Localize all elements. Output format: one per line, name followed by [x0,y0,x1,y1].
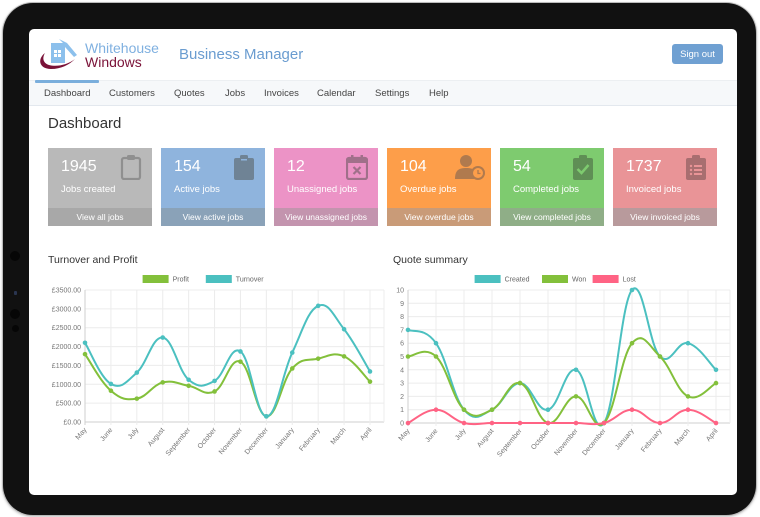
x-tick-label: February [640,427,664,453]
y-tick-label: 9 [400,301,404,308]
legend-swatch-lost [592,275,619,283]
data-point [405,420,411,426]
data-point [573,420,579,426]
x-tick-label: January [614,427,636,451]
data-point [433,340,439,346]
data-point [517,380,523,386]
data-point [433,407,439,413]
data-point [713,367,719,373]
quote-summary-chart: 0 1 2 3 4 5 6 7 8 9 10 May June July August September Oc… [396,275,731,459]
data-point [545,420,551,426]
data-point [461,420,467,426]
series-line-won [407,337,717,426]
y-tick-label: 2 [400,394,404,401]
legend-swatch-created [474,275,501,283]
x-tick-label: April [705,427,720,443]
series-won [405,337,719,426]
y-tick-label: 8 [400,314,404,321]
x-tick-label: May [398,427,412,442]
data-point [601,420,607,426]
data-point [685,407,691,413]
data-point [489,407,495,413]
data-point [713,380,719,386]
x-tick-label: June [424,428,439,444]
data-point [629,287,635,293]
sensor-icon [10,309,20,319]
x-tick-label: July [454,427,468,441]
data-point [629,407,635,413]
data-point [573,367,579,373]
x-tick-label: March [674,428,692,447]
legend-label-created: Created [505,277,530,284]
y-tick-label: 1 [400,407,404,414]
legend-label-lost: Lost [623,277,636,284]
y-tick-label: 5 [400,354,404,361]
legend-label-won: Won [572,277,586,284]
data-point [713,420,719,426]
legend-swatch-won [542,275,568,283]
camera-icon [10,251,20,261]
x-tick-label: September [496,427,524,458]
data-point [545,407,551,413]
app-screen: Whitehouse Windows Business Manager Sign… [29,29,737,495]
y-tick-label: 0 [400,421,404,428]
data-point [657,354,663,359]
data-point [405,354,411,359]
data-point [657,420,663,426]
data-point [405,327,411,333]
data-point [573,394,579,399]
data-point [433,354,439,359]
data-point [685,394,691,399]
data-point [517,420,523,426]
data-point [489,420,495,426]
tablet-frame: Whitehouse Windows Business Manager Sign… [3,3,756,515]
chart-legend: Created Won Lost [474,275,636,284]
x-tick-label: December [581,427,608,457]
sensor-icon [14,291,17,295]
y-tick-label: 7 [400,327,404,334]
data-point [629,340,635,346]
x-tick-label: November [553,427,580,457]
sensor-icon [12,325,19,332]
y-tick-label: 3 [400,381,404,388]
y-tick-label: 6 [400,341,404,348]
y-tick-label: 4 [400,367,404,374]
x-tick-label: August [476,428,495,449]
y-tick-label: 10 [396,288,404,295]
data-point [685,340,691,346]
data-point [461,407,467,413]
x-tick-label: October [530,427,552,451]
